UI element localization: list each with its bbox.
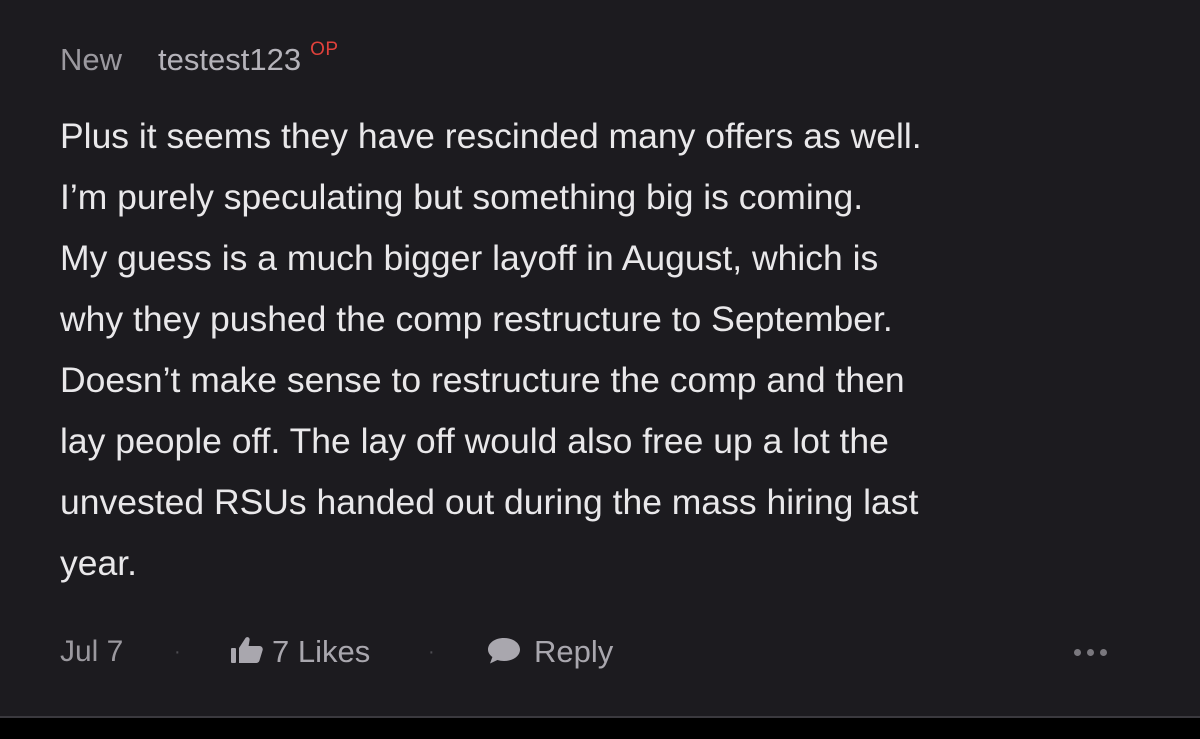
comment-header: New testest123 OP	[60, 38, 339, 82]
likes-count: 7 Likes	[272, 634, 371, 669]
more-options-button[interactable]	[1074, 630, 1107, 674]
like-button[interactable]: 7 Likes	[230, 630, 370, 674]
more-dots-icon	[1100, 648, 1107, 656]
next-content-area	[0, 718, 1200, 739]
thumbs-up-icon	[230, 635, 264, 670]
comment-footer: Jul 7 · 7 Likes · Reply	[60, 630, 1140, 674]
comment-body-line: year.	[60, 543, 137, 583]
comment-body-line: unvested RSUs handed out during the mass…	[60, 482, 919, 522]
comment-body-line: My guess is a much bigger layoff in Augu…	[60, 238, 879, 278]
comment-card: New testest123 OP Plus it seems they hav…	[0, 0, 1200, 716]
comment-body-line: Plus it seems they have rescinded many o…	[60, 116, 922, 156]
comment-body-line: lay people off. The lay off would also f…	[60, 421, 889, 461]
reply-button[interactable]: Reply	[486, 630, 613, 674]
comment-body-line: why they pushed the comp restructure to …	[60, 299, 893, 339]
comment-body-line: Doesn’t make sense to restructure the co…	[60, 360, 905, 400]
op-badge: OP	[310, 39, 339, 60]
more-dots-icon	[1074, 648, 1081, 656]
board-tag[interactable]: New	[60, 42, 122, 78]
author-name[interactable]: testest123	[158, 42, 301, 78]
speech-bubble-icon	[486, 635, 522, 670]
comment-body-line: I’m purely speculating but something big…	[60, 177, 864, 217]
comment-body: Plus it seems they have rescinded many o…	[60, 106, 1160, 594]
footer-separator: ·	[428, 640, 435, 663]
footer-separator: ·	[174, 640, 181, 663]
more-dots-icon	[1087, 648, 1094, 656]
comment-date: Jul 7	[60, 635, 124, 668]
reply-label: Reply	[534, 634, 614, 669]
